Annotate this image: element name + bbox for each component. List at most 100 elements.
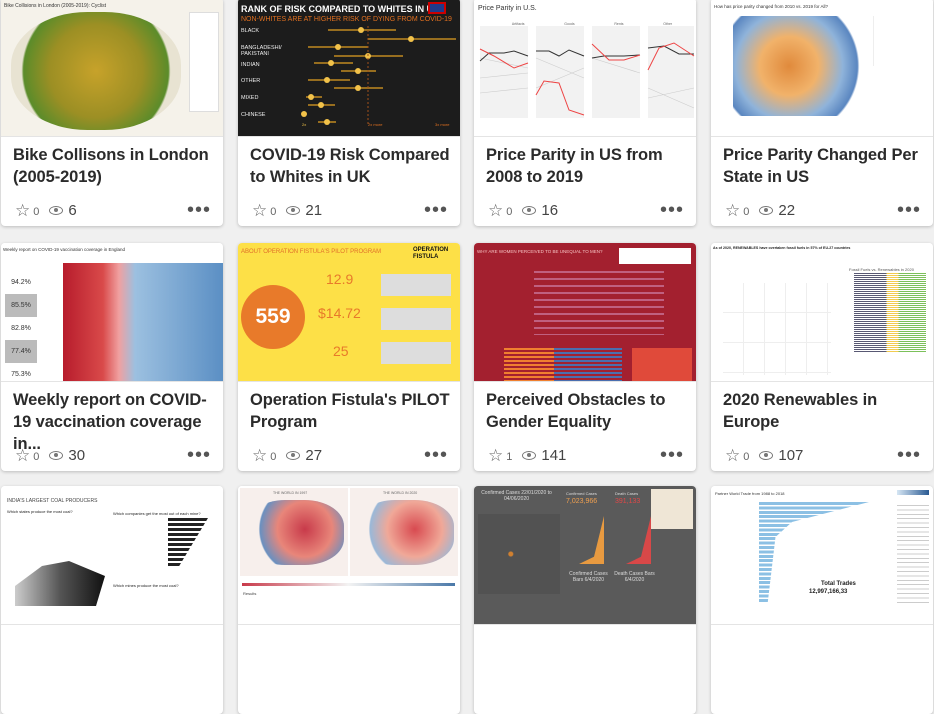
viz-card[interactable]: Confirmed Cases 22/01/2020 to 04/06/2020…	[474, 486, 696, 714]
row-label: MIXED	[241, 95, 259, 101]
eye-icon	[286, 205, 301, 215]
coverage-value: 85.5%	[5, 294, 37, 317]
kpi-label: Death Cases	[615, 491, 639, 496]
viz-title[interactable]: Bike Collisons in London (2005-2019)	[13, 144, 213, 188]
viz-thumbnail[interactable]: Partner World Trade from 1988 to 2018 To…	[711, 486, 933, 625]
more-options-button[interactable]: •••	[424, 445, 448, 465]
row-label: BLACK	[241, 28, 260, 34]
star-icon[interactable]: ☆	[252, 202, 267, 219]
coverage-value: 77.4%	[5, 340, 37, 363]
map-title: THE WORLD IN 2020	[383, 491, 418, 495]
row-label: OTHER	[241, 78, 261, 84]
eye-icon	[522, 450, 537, 460]
eye-icon	[522, 205, 537, 215]
viz-thumbnail[interactable]: ABOUT OPERATION FISTULA'S PILOT PROGRAM …	[238, 243, 460, 382]
question-label: Which companies get the most out of each…	[113, 511, 201, 516]
row-label: INDIAN	[241, 62, 260, 68]
row-label: CHINESE	[241, 112, 266, 118]
range-chart	[534, 271, 664, 335]
color-legend	[242, 583, 455, 586]
map-title: THE WORLD IN 1997	[273, 491, 308, 495]
small-multiples	[723, 283, 831, 375]
bars-left	[504, 348, 554, 381]
thumb-heading: Partner World Trade from 1988 to 2018	[715, 491, 785, 496]
viz-thumbnail[interactable]: Weekly report on COVID-19 vaccination co…	[1, 243, 223, 382]
view-count: 6	[68, 201, 77, 219]
confirmed-value: 7,023,966	[566, 498, 598, 505]
favorite-count: 0	[270, 205, 277, 218]
favorite-count: 0	[743, 205, 750, 218]
viz-thumbnail[interactable]: How has price parity changed from 2010 v…	[711, 0, 933, 137]
viz-title[interactable]: Price Parity in US from 2008 to 2019	[486, 144, 686, 188]
total-value: 12,997,166,33	[809, 589, 848, 595]
axis-label: 3x more	[435, 122, 450, 127]
viz-card[interactable]: THE WORLD IN 1997 THE WORLD IN 2020 Resu…	[238, 486, 460, 714]
viz-card[interactable]: Bike Collisions in London (2005-2019): C…	[1, 0, 223, 226]
chart-title: Fossil Fuels vs. Renewables in 2020	[849, 267, 914, 272]
viz-thumbnail[interactable]: Confirmed Cases 22/01/2020 to 04/06/2020…	[474, 486, 696, 625]
star-icon[interactable]: ☆	[725, 202, 740, 219]
viz-card[interactable]: Price Parity in U.S. Artifacts Goods Rents…	[474, 0, 696, 226]
viz-card[interactable]: As of 2020, RENEWABLES have overtaken fo…	[711, 243, 933, 471]
operation-fistula-logo: OPERATION FISTULA	[413, 247, 449, 260]
viz-title[interactable]: COVID-19 Risk Compared to Whites in UK	[250, 144, 450, 188]
distribution-charts	[381, 268, 451, 368]
viz-thumbnail[interactable]: WHY ARE WOMEN PERCEIVED TO BE UNEQUAL TO…	[474, 243, 696, 382]
star-icon[interactable]: ☆	[725, 447, 740, 464]
viz-card[interactable]: RANK OF RISK COMPARED TO WHITES IN UK NO…	[238, 0, 460, 226]
more-options-button[interactable]: •••	[424, 200, 448, 220]
bar-chart	[168, 518, 208, 568]
viz-title[interactable]: 2020 Renewables in Europe	[723, 389, 923, 433]
bar-chart	[759, 502, 869, 602]
viz-thumbnail[interactable]: RANK OF RISK COMPARED TO WHITES IN UK NO…	[238, 0, 460, 137]
eye-icon	[49, 205, 64, 215]
viz-card[interactable]: How has price parity changed from 2010 v…	[711, 0, 933, 226]
viz-thumbnail[interactable]: As of 2020, RENEWABLES have overtaken fo…	[711, 243, 933, 382]
more-options-button[interactable]: •••	[897, 445, 921, 465]
view-count: 16	[541, 201, 559, 219]
star-icon[interactable]: ☆	[15, 447, 30, 464]
coverage-value: 82.8%	[11, 325, 31, 332]
viz-card[interactable]: INDIA'S LARGEST COAL PRODUCERS Which sta…	[1, 486, 223, 714]
favorite-count: 0	[506, 205, 513, 218]
star-icon[interactable]: ☆	[488, 202, 503, 219]
response-filter[interactable]	[632, 348, 692, 381]
more-options-button[interactable]: •••	[187, 200, 211, 220]
thumb-heading: As of 2020, RENEWABLES have overtaken fo…	[713, 246, 851, 250]
viz-card[interactable]: ABOUT OPERATION FISTULA'S PILOT PROGRAM …	[238, 243, 460, 471]
coverage-value: 94.2%	[11, 279, 31, 286]
axis-label: 2x	[302, 122, 307, 127]
viz-thumbnail[interactable]: Price Parity in U.S. Artifacts Goods Rents…	[474, 0, 696, 137]
thumb-heading: How has price parity changed from 2010 v…	[714, 4, 829, 9]
legend-panel	[651, 489, 693, 529]
viz-thumbnail[interactable]: INDIA'S LARGEST COAL PRODUCERS Which sta…	[1, 486, 223, 625]
viz-card[interactable]: Partner World Trade from 1988 to 2018 To…	[711, 486, 933, 714]
favorite-count: 0	[33, 205, 40, 218]
partner-filter-list[interactable]	[897, 504, 929, 604]
star-icon[interactable]: ☆	[488, 447, 503, 464]
question-label: Which mines produce the most coal?	[113, 583, 179, 588]
filter-panel[interactable]	[189, 12, 219, 112]
more-options-button[interactable]: •••	[897, 200, 921, 220]
star-icon[interactable]: ☆	[15, 202, 30, 219]
viz-title[interactable]: Price Parity Changed Per State in US	[723, 144, 923, 188]
more-options-button[interactable]: •••	[187, 445, 211, 465]
row-label: BANGLADESHI/ PAKISTANI	[241, 45, 282, 57]
viz-thumbnail[interactable]: THE WORLD IN 1997 THE WORLD IN 2020 Resu…	[238, 486, 460, 625]
viz-thumbnail[interactable]: Bike Collisions in London (2005-2019): C…	[1, 0, 223, 137]
thumb-heading: INDIA'S LARGEST COAL PRODUCERS	[7, 498, 98, 504]
viz-card[interactable]: Weekly report on COVID-19 vaccination co…	[1, 243, 223, 471]
viz-card[interactable]: WHY ARE WOMEN PERCEIVED TO BE UNEQUAL TO…	[474, 243, 696, 471]
chart-label: Death Cases Bars 6/4/2020	[614, 571, 655, 583]
partner-logos	[619, 248, 691, 264]
axis-label: 2x more	[368, 122, 383, 127]
viz-title[interactable]: Perceived Obstacles to Gender Equality	[486, 389, 686, 433]
more-options-button[interactable]: •••	[660, 200, 684, 220]
world-map-1997	[246, 500, 344, 565]
view-count: 107	[778, 446, 804, 464]
viz-title[interactable]: Operation Fistula's PILOT Program	[250, 389, 450, 433]
more-options-button[interactable]: •••	[660, 445, 684, 465]
view-count: 27	[305, 446, 323, 464]
star-icon[interactable]: ☆	[252, 447, 267, 464]
world-map-2020	[356, 500, 454, 565]
